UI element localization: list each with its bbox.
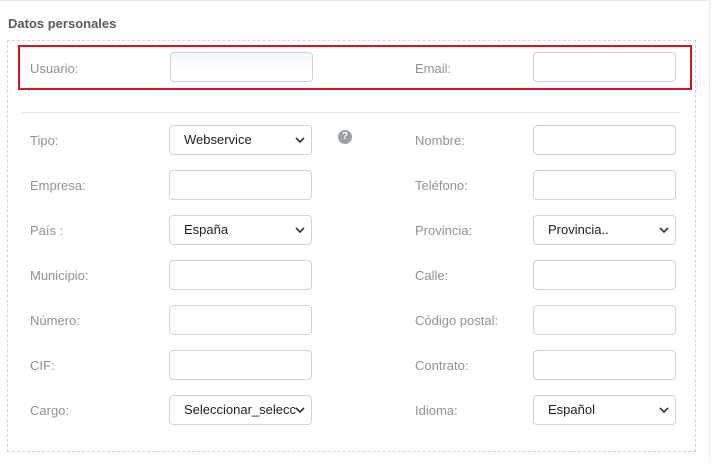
chevron-down-icon <box>295 227 305 234</box>
tipo-select-value: Webservice <box>184 132 252 147</box>
separator <box>22 112 681 113</box>
pais-label: País : <box>30 223 64 238</box>
provincia-select-value: Provincia.. <box>548 222 609 237</box>
calle-input[interactable] <box>533 260 676 290</box>
pais-select[interactable]: España <box>169 215 312 245</box>
calle-label: Calle: <box>415 268 449 283</box>
empresa-label: Empresa: <box>30 178 86 193</box>
provincia-label: Provincia: <box>415 223 473 238</box>
codigo-postal-input[interactable] <box>533 305 676 335</box>
idioma-select-value: Español <box>548 402 595 417</box>
email-input[interactable] <box>533 52 676 82</box>
usuario-label: Usuario: <box>30 61 79 76</box>
email-label: Email: <box>415 61 452 76</box>
chevron-down-icon <box>295 137 305 144</box>
idioma-label: Idioma: <box>415 403 458 418</box>
section-title: Datos personales <box>8 16 117 31</box>
pais-select-value: España <box>184 222 229 237</box>
telefono-input[interactable] <box>533 170 676 200</box>
municipio-label: Municipio: <box>30 268 89 283</box>
form-fieldset <box>7 40 696 452</box>
numero-label: Número: <box>30 313 80 328</box>
nombre-label: Nombre: <box>415 133 465 148</box>
telefono-label: Teléfono: <box>415 178 468 193</box>
cargo-label: Cargo: <box>30 403 70 418</box>
tipo-select[interactable]: Webservice <box>169 125 312 155</box>
help-icon[interactable]: ? <box>338 130 352 144</box>
usuario-input[interactable] <box>170 52 313 82</box>
cargo-select-value: Seleccionar_seleccionar <box>184 402 296 417</box>
cif-label: CIF: <box>30 358 55 373</box>
provincia-select[interactable]: Provincia.. <box>533 215 676 245</box>
chevron-down-icon <box>295 407 305 414</box>
chevron-down-icon <box>659 227 669 234</box>
tipo-label: Tipo: <box>30 133 59 148</box>
numero-input[interactable] <box>169 305 312 335</box>
chevron-down-icon <box>659 407 669 414</box>
codigo-postal-label: Código postal: <box>415 313 499 328</box>
empresa-input[interactable] <box>169 170 312 200</box>
idioma-select[interactable]: Español <box>533 395 676 425</box>
municipio-input[interactable] <box>169 260 312 290</box>
cif-input[interactable] <box>169 350 312 380</box>
cargo-select[interactable]: Seleccionar_seleccionar <box>169 395 312 425</box>
contrato-input[interactable] <box>533 350 676 380</box>
nombre-input[interactable] <box>533 125 676 155</box>
contrato-label: Contrato: <box>415 358 469 373</box>
